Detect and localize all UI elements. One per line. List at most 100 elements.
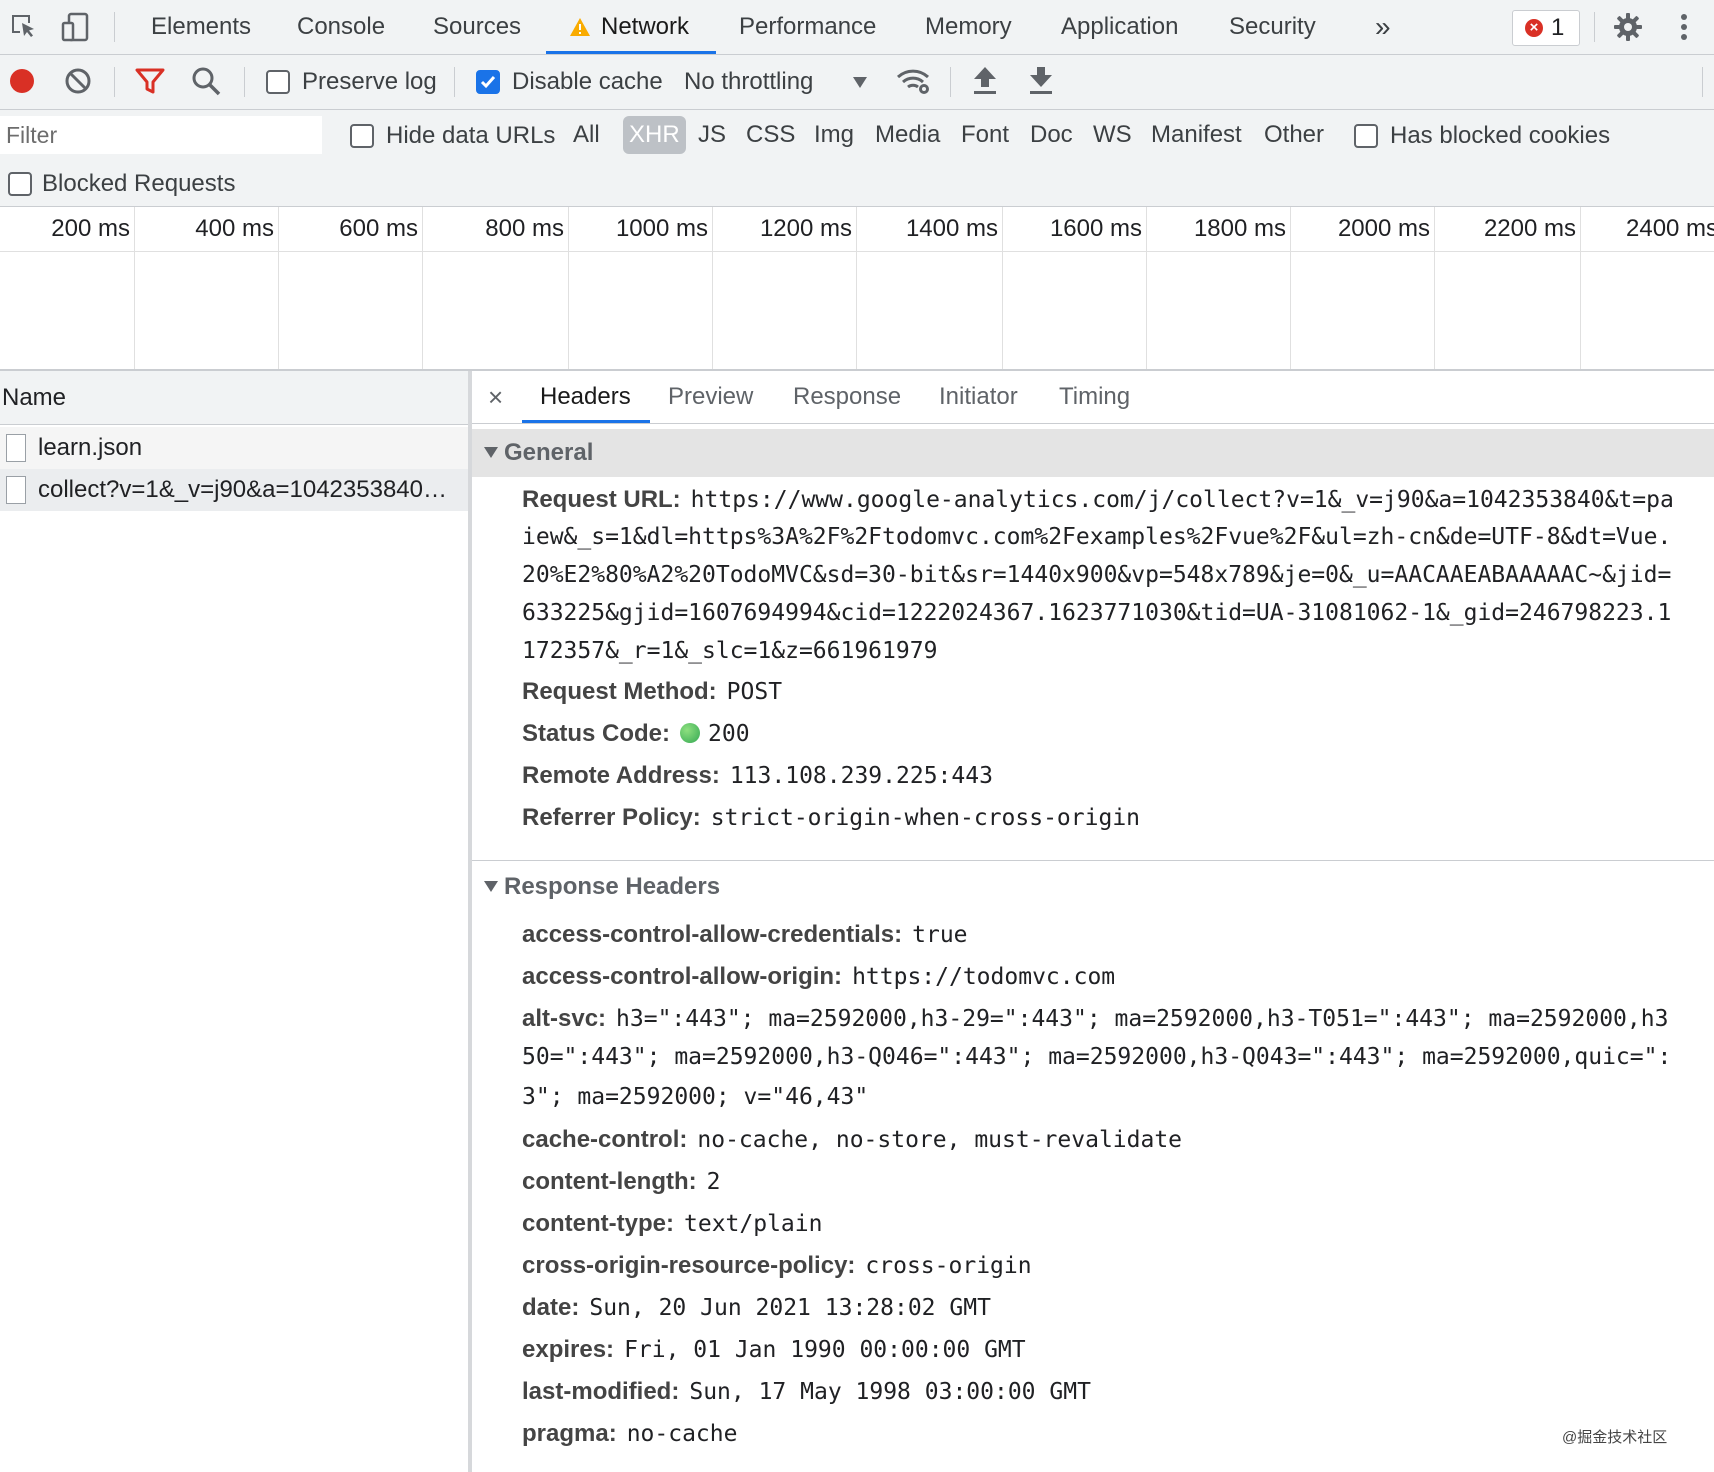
header-name: access-control-allow-credentials: — [522, 921, 903, 948]
tab-timing[interactable]: Timing — [1059, 371, 1130, 423]
active-tab-indicator — [546, 51, 716, 54]
remote-address-label: Remote Address: — [522, 762, 720, 789]
collapse-triangle-icon — [484, 447, 498, 458]
inspect-element-icon[interactable] — [8, 11, 40, 43]
network-conditions-icon[interactable] — [896, 65, 932, 97]
request-method-label: Request Method: — [522, 678, 717, 705]
remote-address-row: Remote Address: 113.108.239.225:443 — [522, 762, 1712, 790]
tick-label: 200 ms — [51, 215, 130, 242]
response-headers-section-header[interactable]: Response Headers — [472, 863, 1714, 911]
tab-application[interactable]: Application — [1061, 0, 1178, 54]
request-row-selected[interactable]: collect?v=1&_v=j90&a=1042353840… — [0, 469, 468, 511]
filter-type-css[interactable]: CSS — [740, 116, 801, 154]
throttling-select[interactable]: No throttling — [684, 68, 813, 96]
header-name: cache-control: — [522, 1126, 688, 1153]
header-name: access-control-allow-origin: — [522, 963, 843, 990]
header-name: last-modified: — [522, 1378, 680, 1405]
tab-network[interactable]: Network — [569, 0, 689, 54]
devtools-tab-bar: Elements Console Sources Network Perform… — [0, 0, 1714, 55]
tab-preview[interactable]: Preview — [668, 371, 753, 423]
chevron-down-icon[interactable] — [852, 75, 868, 89]
filter-type-xhr[interactable]: XHR — [623, 116, 686, 154]
error-count-badge[interactable]: × 1 — [1512, 10, 1580, 46]
request-url-value: 20%E2%80%A2%20TodoMVC&sd=30-bit&sr=1440x… — [522, 562, 1672, 588]
details-tab-bar: × Headers Preview Response Initiator Tim… — [472, 371, 1714, 424]
filter-type-img[interactable]: Img — [808, 116, 860, 154]
download-icon[interactable] — [1026, 63, 1056, 97]
response-headers-title: Response Headers — [504, 873, 721, 900]
has-blocked-cookies-checkbox[interactable] — [1354, 124, 1378, 148]
tick-label: 1600 ms — [1049, 215, 1142, 242]
filter-type-manifest[interactable]: Manifest — [1145, 116, 1248, 154]
tab-memory[interactable]: Memory — [925, 0, 1012, 54]
filter-type-js[interactable]: JS — [692, 116, 732, 154]
request-row[interactable]: learn.json — [0, 427, 468, 469]
referrer-policy-row: Referrer Policy: strict-origin-when-cross… — [522, 804, 1712, 832]
tab-headers[interactable]: Headers — [540, 371, 631, 423]
header-value: Fri, 01 Jan 1990 00:00:00 GMT — [624, 1337, 1026, 1363]
tick-label: 1200 ms — [759, 215, 852, 242]
filter-type-all[interactable]: All — [567, 116, 606, 154]
tab-security[interactable]: Security — [1229, 0, 1316, 54]
filter-input[interactable] — [0, 116, 322, 154]
request-name: collect?v=1&_v=j90&a=1042353840… — [38, 476, 447, 503]
divider — [114, 12, 115, 42]
divider — [244, 67, 245, 97]
tab-sources[interactable]: Sources — [433, 0, 521, 54]
filter-type-font[interactable]: Font — [955, 116, 1015, 154]
header-row: cache-control: no-cache, no-store, must-r… — [522, 1126, 1712, 1154]
header-name: pragma: — [522, 1420, 617, 1447]
search-icon[interactable] — [190, 65, 222, 97]
network-toolbar: Preserve log Disable cache No throttling — [0, 55, 1714, 110]
preserve-log-checkbox[interactable] — [266, 70, 290, 94]
header-value: https://todomvc.com — [852, 964, 1116, 990]
tab-console[interactable]: Console — [297, 0, 385, 54]
timeline-overview[interactable]: 200 ms 400 ms 600 ms 800 ms 1000 ms 1200… — [0, 207, 1714, 371]
close-details-button[interactable]: × — [488, 371, 503, 423]
filter-bar: Hide data URLs All XHR JS CSS Img Media … — [0, 110, 1714, 207]
tab-performance[interactable]: Performance — [739, 0, 876, 54]
status-code-label: Status Code: — [522, 720, 671, 747]
filter-type-doc[interactable]: Doc — [1024, 116, 1079, 154]
gear-icon[interactable] — [1612, 11, 1644, 43]
tab-elements[interactable]: Elements — [151, 0, 251, 54]
more-tabs-button[interactable]: » — [1375, 0, 1391, 54]
header-value: cross-origin — [865, 1253, 1032, 1279]
header-row: date: Sun, 20 Jun 2021 13:28:02 GMT — [522, 1294, 1712, 1322]
tab-network-label: Network — [601, 13, 690, 40]
general-section-header[interactable]: General — [472, 429, 1714, 477]
active-tab-indicator — [522, 420, 650, 423]
record-icon[interactable] — [8, 65, 40, 97]
remote-address-value: 113.108.239.225:443 — [729, 763, 993, 789]
disable-cache-label: Disable cache — [512, 68, 663, 95]
preserve-log-label: Preserve log — [302, 68, 437, 95]
disable-cache-checkbox[interactable] — [476, 70, 500, 94]
tab-initiator[interactable]: Initiator — [939, 371, 1018, 423]
kebab-menu-icon[interactable] — [1668, 11, 1700, 43]
referrer-policy-label: Referrer Policy: — [522, 804, 701, 831]
header-row: access-control-allow-credentials: true — [522, 921, 1712, 949]
device-toolbar-icon[interactable] — [60, 11, 92, 43]
header-value: true — [912, 922, 968, 948]
filter-type-other[interactable]: Other — [1258, 116, 1330, 154]
header-row: access-control-allow-origin: https://todo… — [522, 963, 1712, 991]
checkmark-icon — [480, 76, 496, 89]
status-ok-dot-icon — [680, 723, 701, 743]
blocked-requests-label: Blocked Requests — [42, 170, 236, 197]
timeline-bars — [0, 251, 1714, 369]
tab-response[interactable]: Response — [793, 371, 901, 423]
blocked-requests-checkbox[interactable] — [8, 172, 32, 196]
tick-label: 400 ms — [195, 215, 274, 242]
filter-type-ws[interactable]: WS — [1087, 116, 1138, 154]
filter-icon[interactable] — [134, 65, 166, 97]
warning-icon — [570, 18, 590, 36]
hide-data-urls-checkbox[interactable] — [350, 124, 374, 148]
filter-type-media[interactable]: Media — [869, 116, 946, 154]
header-value: 2 — [706, 1169, 721, 1195]
watermark: @掘金技术社区 — [1562, 1429, 1668, 1446]
clear-icon[interactable] — [62, 65, 94, 97]
section-divider — [472, 860, 1714, 861]
name-column-header[interactable]: Name — [0, 371, 468, 425]
divider — [1594, 12, 1595, 42]
upload-icon[interactable] — [970, 63, 1000, 97]
